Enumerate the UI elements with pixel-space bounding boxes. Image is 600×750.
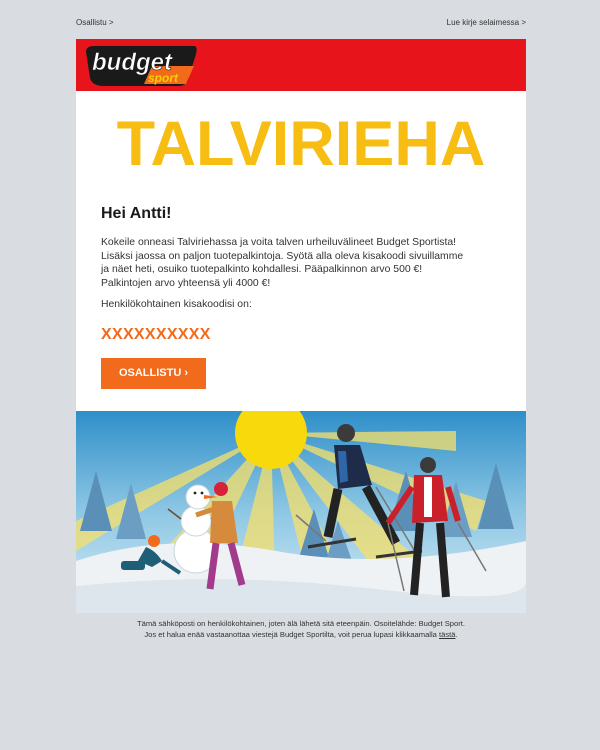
- unsubscribe-link[interactable]: tästä: [439, 630, 455, 639]
- footer-line2-text: Jos et halua enää vastaanottaa viestejä …: [144, 629, 437, 639]
- top-links: Osallistu > Lue kirje selaimessa >: [76, 18, 526, 32]
- body-line: ja näet heti, osuiko tuotepalkinto kohda…: [101, 264, 423, 276]
- footer-line1: Tämä sähköposti on henkilökohtainen, jot…: [136, 619, 466, 628]
- competition-code: XXXXXXXXXX: [101, 326, 211, 343]
- body-line: Palkintojen arvo yhteensä yli 4000 €!: [101, 277, 271, 289]
- email-card: budget sport TALVIRIEHA Hei Antti! Kokei…: [76, 39, 526, 613]
- view-in-browser-link[interactable]: Lue kirje selaimessa >: [447, 18, 526, 27]
- footer-line2-suffix: .: [455, 629, 458, 639]
- footer-line2: Jos et halua enää vastaanottaa viestejä …: [76, 630, 526, 641]
- body-line: Kokeile onneasi Talviriehassa ja voita t…: [101, 237, 457, 248]
- budget-sport-logo[interactable]: budget sport: [82, 42, 200, 88]
- greeting: Hei Antti!: [101, 205, 172, 222]
- winter-illustration: [76, 411, 526, 613]
- header-banner: budget sport: [76, 39, 526, 91]
- body-text: Kokeile onneasi Talviriehassa ja voita t…: [101, 236, 501, 290]
- footer: Tämä sähköposti on henkilökohtainen, jot…: [76, 619, 526, 640]
- logo-sub: sport: [148, 71, 179, 85]
- participate-link[interactable]: Osallistu >: [76, 18, 114, 27]
- body-line: Lisäksi jaossa on paljon tuotepalkintoja…: [101, 250, 464, 262]
- headline: TALVIRIEHA: [116, 109, 486, 179]
- code-label: Henkilökohtainen kisakoodisi on:: [101, 299, 252, 310]
- participate-button[interactable]: OSALLISTU ›: [101, 358, 206, 389]
